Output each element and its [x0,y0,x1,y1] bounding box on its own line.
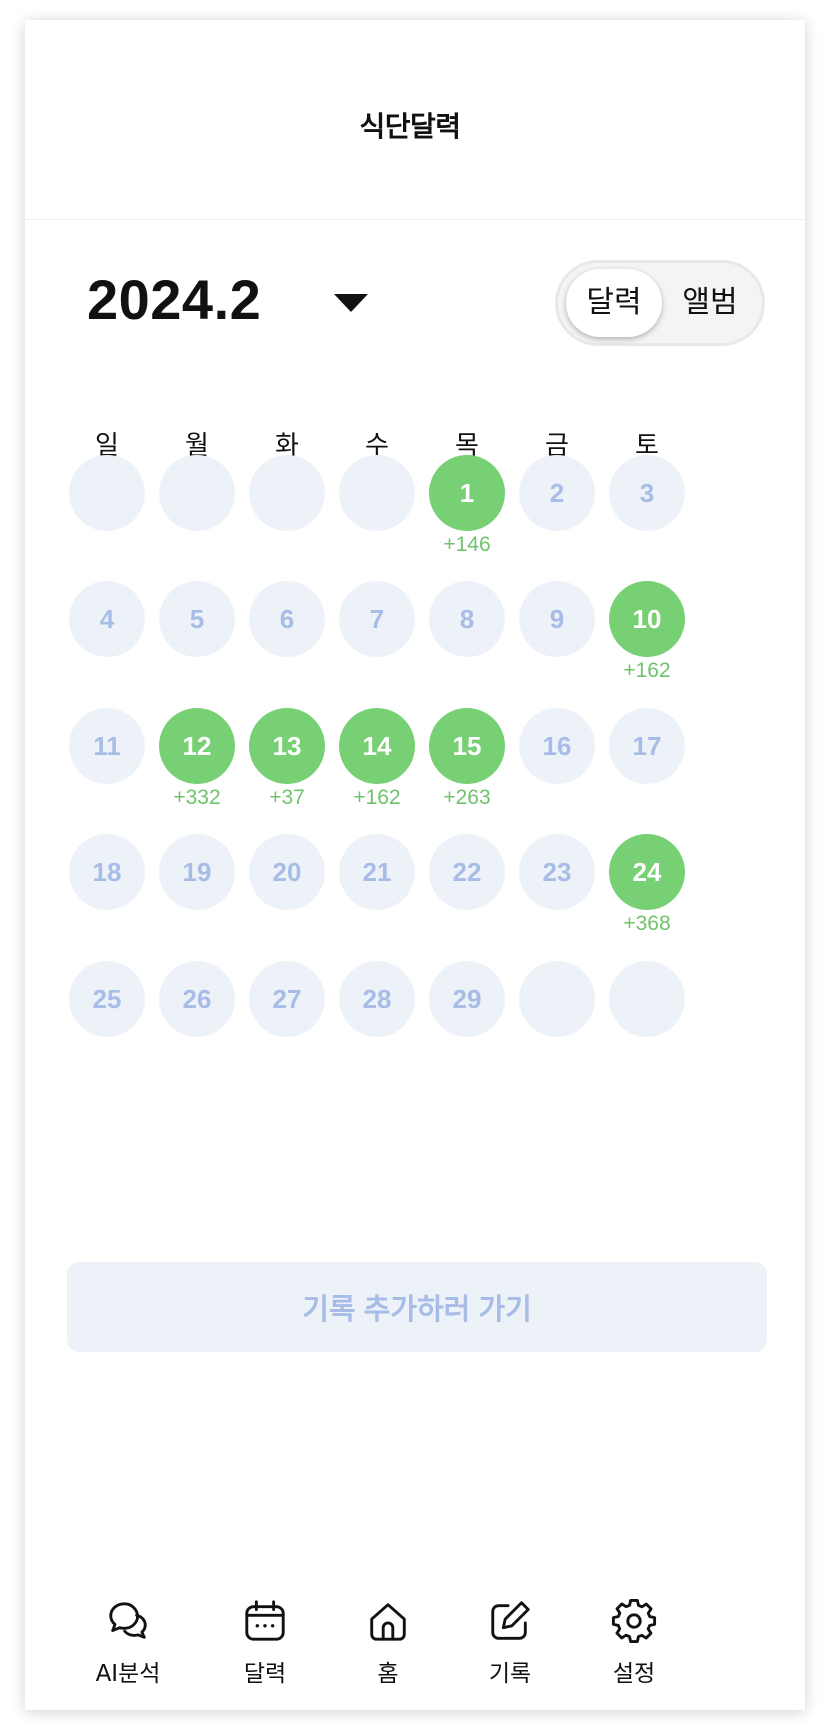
tab-settings[interactable]: 설정 [579,1598,689,1688]
calendar-day[interactable]: 29 [429,961,505,1037]
calendar-day[interactable]: 7 [339,581,415,657]
calendar-day[interactable]: 8 [429,581,505,657]
bottom-tab-bar: AI분석 달력 홈 기록 설정 [25,1570,805,1710]
calendar-day[interactable]: 27 [249,961,325,1037]
calendar-day[interactable]: 11 [69,708,145,784]
calendar-day[interactable]: 4 [69,581,145,657]
calendar-icon [210,1598,320,1644]
calendar-day[interactable]: 25 [69,961,145,1037]
tab-label: 기록 [488,1661,532,1687]
calendar-day[interactable]: 6 [249,581,325,657]
tab-ai-analysis[interactable]: AI분석 [73,1598,183,1688]
calendar-day-empty [609,961,685,1037]
gear-icon [579,1598,689,1644]
tab-home[interactable]: 홈 [333,1598,443,1688]
calendar-day[interactable]: 21 [339,834,415,910]
calendar-day[interactable]: 26 [159,961,235,1037]
app-frame: 식단달력 2024.2 달력 앨범 일월화수목금토 1 +146 2 3 4 5 6 7 8 9 1… [25,20,805,1710]
calendar-day[interactable]: 1 [429,455,505,531]
calendar-day[interactable]: 12 [159,708,235,784]
calendar-day[interactable]: 16 [519,708,595,784]
tab-label: 달력 [243,1661,287,1687]
calendar-day[interactable]: 22 [429,834,505,910]
calendar-day-empty [249,455,325,531]
tab-label: 홈 [377,1661,399,1687]
day-calorie-label: +263 [443,786,491,809]
calendar-day-empty [519,961,595,1037]
calendar-grid: 1 +146 2 3 4 5 6 7 8 9 10 +162 11 12 +332 13 +37 14 +162 15… [25,20,805,1220]
calendar-day[interactable]: 9 [519,581,595,657]
calendar-day[interactable]: 2 [519,455,595,531]
calendar-day[interactable]: 10 [609,581,685,657]
calendar-day[interactable]: 5 [159,581,235,657]
calendar-day[interactable]: 20 [249,834,325,910]
day-calorie-label: +146 [443,533,491,556]
calendar-day[interactable]: 18 [69,834,145,910]
calendar-day[interactable]: 13 [249,708,325,784]
tab-label: 설정 [612,1661,656,1687]
calendar-day[interactable]: 15 [429,708,505,784]
edit-icon [455,1598,565,1644]
calendar-day[interactable]: 3 [609,455,685,531]
day-calorie-label: +368 [623,912,671,935]
chat-bubbles-icon [73,1598,183,1644]
day-calorie-label: +162 [623,659,671,682]
add-record-button[interactable]: 기록 추가하러 가기 [67,1262,767,1352]
calendar-day[interactable]: 28 [339,961,415,1037]
calendar-day-empty [69,455,145,531]
calendar-day[interactable]: 24 [609,834,685,910]
calendar-day[interactable]: 17 [609,708,685,784]
calendar-day-empty [339,455,415,531]
tab-label: AI분석 [95,1661,161,1687]
calendar-day[interactable]: 23 [519,834,595,910]
calendar-day-empty [159,455,235,531]
home-icon [333,1598,443,1644]
calendar-day[interactable]: 19 [159,834,235,910]
tab-calendar[interactable]: 달력 [210,1598,320,1688]
tab-record[interactable]: 기록 [455,1598,565,1688]
calendar-day[interactable]: 14 [339,708,415,784]
